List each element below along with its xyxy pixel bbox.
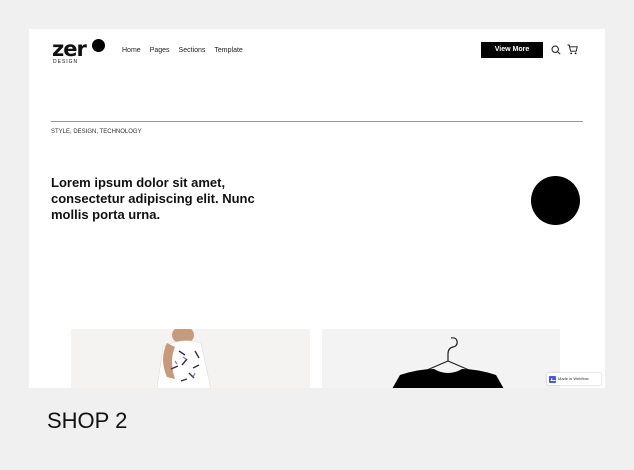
template-title[interactable]: SHOP 2	[47, 408, 127, 434]
hero-divider	[51, 121, 583, 122]
webflow-badge-label: Made in Webflow	[558, 376, 589, 381]
logo-wordmark: zer	[52, 37, 87, 61]
template-preview[interactable]: zer DESIGN Home Pages Sections Template …	[29, 29, 605, 388]
tshirt-hanger-illustration	[322, 329, 560, 388]
nav-link-home[interactable]: Home	[122, 46, 141, 55]
hero-circle-graphic	[531, 176, 580, 225]
nav-link-pages[interactable]: Pages	[150, 46, 170, 55]
nav-link-sections[interactable]: Sections	[179, 46, 206, 55]
brand-logo[interactable]: zer DESIGN	[52, 37, 110, 67]
view-more-button[interactable]: View More	[481, 42, 543, 58]
nav-link-template[interactable]: Template	[214, 46, 242, 55]
product-image-tshirt-hanger[interactable]	[322, 329, 560, 388]
model-shirt-illustration	[71, 329, 310, 388]
hero-tagline: STYLE, DESIGN, TECHNOLOGY	[51, 129, 142, 135]
logo-subtitle: DESIGN	[53, 59, 79, 65]
hero-heading: Lorem ipsum dolor sit amet, consectetur …	[51, 175, 255, 222]
logo-dot-icon	[92, 39, 105, 52]
webflow-icon	[549, 375, 556, 383]
cart-icon[interactable]	[567, 44, 578, 55]
search-icon[interactable]	[551, 45, 561, 55]
main-nav: Home Pages Sections Template	[122, 46, 243, 55]
made-in-webflow-badge[interactable]: Made in Webflow	[547, 373, 601, 385]
product-image-shirt-model[interactable]	[71, 329, 310, 388]
